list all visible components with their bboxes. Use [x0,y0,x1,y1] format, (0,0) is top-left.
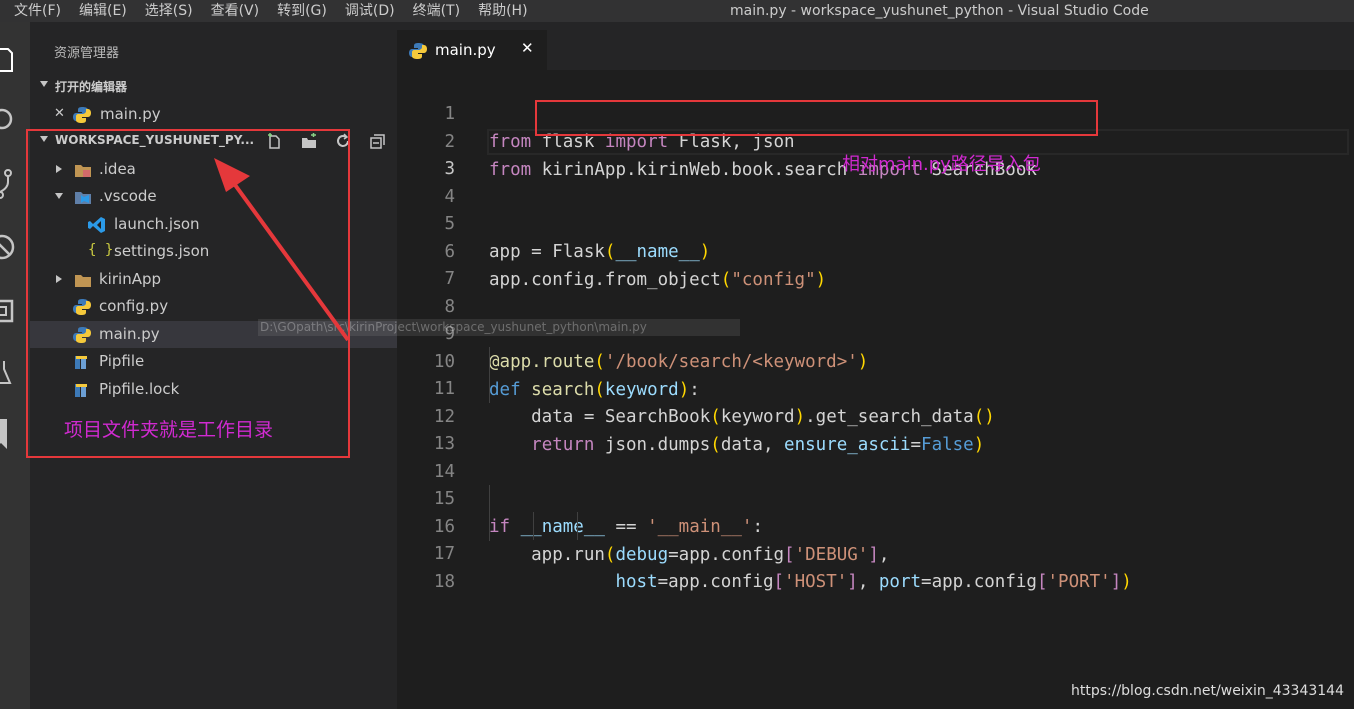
code-line: 15 if __name__ == '__main__': [433,489,763,537]
tab-label: main.py [435,41,496,59]
menu-view[interactable]: 查看(V) [201,0,268,22]
collapse-all-icon[interactable] [370,133,386,149]
menu-edit[interactable]: 编辑(E) [69,0,135,22]
code-line: 12 return json.dumps(data, ensure_ascii=… [433,407,985,455]
code-line: 13 [433,434,455,454]
import-annotation: 相对main.py路径导入包 [842,154,1041,175]
python-icon [409,43,427,59]
indent-guide [533,512,534,540]
window-title: main.py - workspace_yushunet_python - Vi… [730,3,1149,19]
code-line: 8 [444,297,455,317]
code-line: 11 data = SearchBook(keyword).get_search… [433,379,995,427]
code-line: 6 app.config.from_object("config") [444,242,827,290]
code-line: 9 @app.route('/book/search/<keyword>') [444,324,869,372]
chevron-down-icon [40,81,48,87]
menu-terminal[interactable]: 终端(T) [403,0,468,22]
code-line: 1 from flask import Flask, json [444,104,795,152]
menu-selection[interactable]: 选择(S) [135,0,201,22]
code-line: 14 [433,462,455,482]
indent-guide [489,485,490,541]
code-line: 18 [433,572,455,592]
title-bar: 文件(F) 编辑(E) 选择(S) 查看(V) 转到(G) 调试(D) 终端(T… [0,0,1354,22]
code-line: 17 host=app.config['HOST'], port=app.con… [433,544,1132,592]
watermark: https://blog.csdn.net/weixin_43343144 [1070,683,1344,699]
tab-main-py[interactable]: main.py ✕ [397,30,547,72]
menu-bar: 文件(F) 编辑(E) 选择(S) 查看(V) 转到(G) 调试(D) 终端(T… [4,0,536,22]
code-line: 5 app = Flask(__name__) [444,214,711,262]
workspace-annotation: 项目文件夹就是工作目录 [64,419,274,441]
menu-go[interactable]: 转到(G) [267,0,335,22]
python-icon [73,107,91,123]
code-line: 7 [444,269,455,289]
import-highlight-box [535,100,1098,136]
explorer-icon[interactable] [0,42,30,76]
menu-debug[interactable]: 调试(D) [335,0,403,22]
close-icon[interactable]: ✕ [54,106,65,121]
indent-guide [577,512,578,540]
open-editors-header[interactable]: 打开的编辑器 [30,73,397,99]
menu-help[interactable]: 帮助(H) [468,0,535,22]
close-icon[interactable]: ✕ [521,39,534,57]
sidebar-title: 资源管理器 [54,46,120,61]
open-editor-item-main[interactable]: ✕ main.py [30,101,397,128]
menu-file[interactable]: 文件(F) [4,0,69,22]
indent-guide [489,347,490,403]
code-line: 16 app.run(debug=app.config['DEBUG'], [433,517,890,565]
annotation-arrow-icon [214,158,350,342]
